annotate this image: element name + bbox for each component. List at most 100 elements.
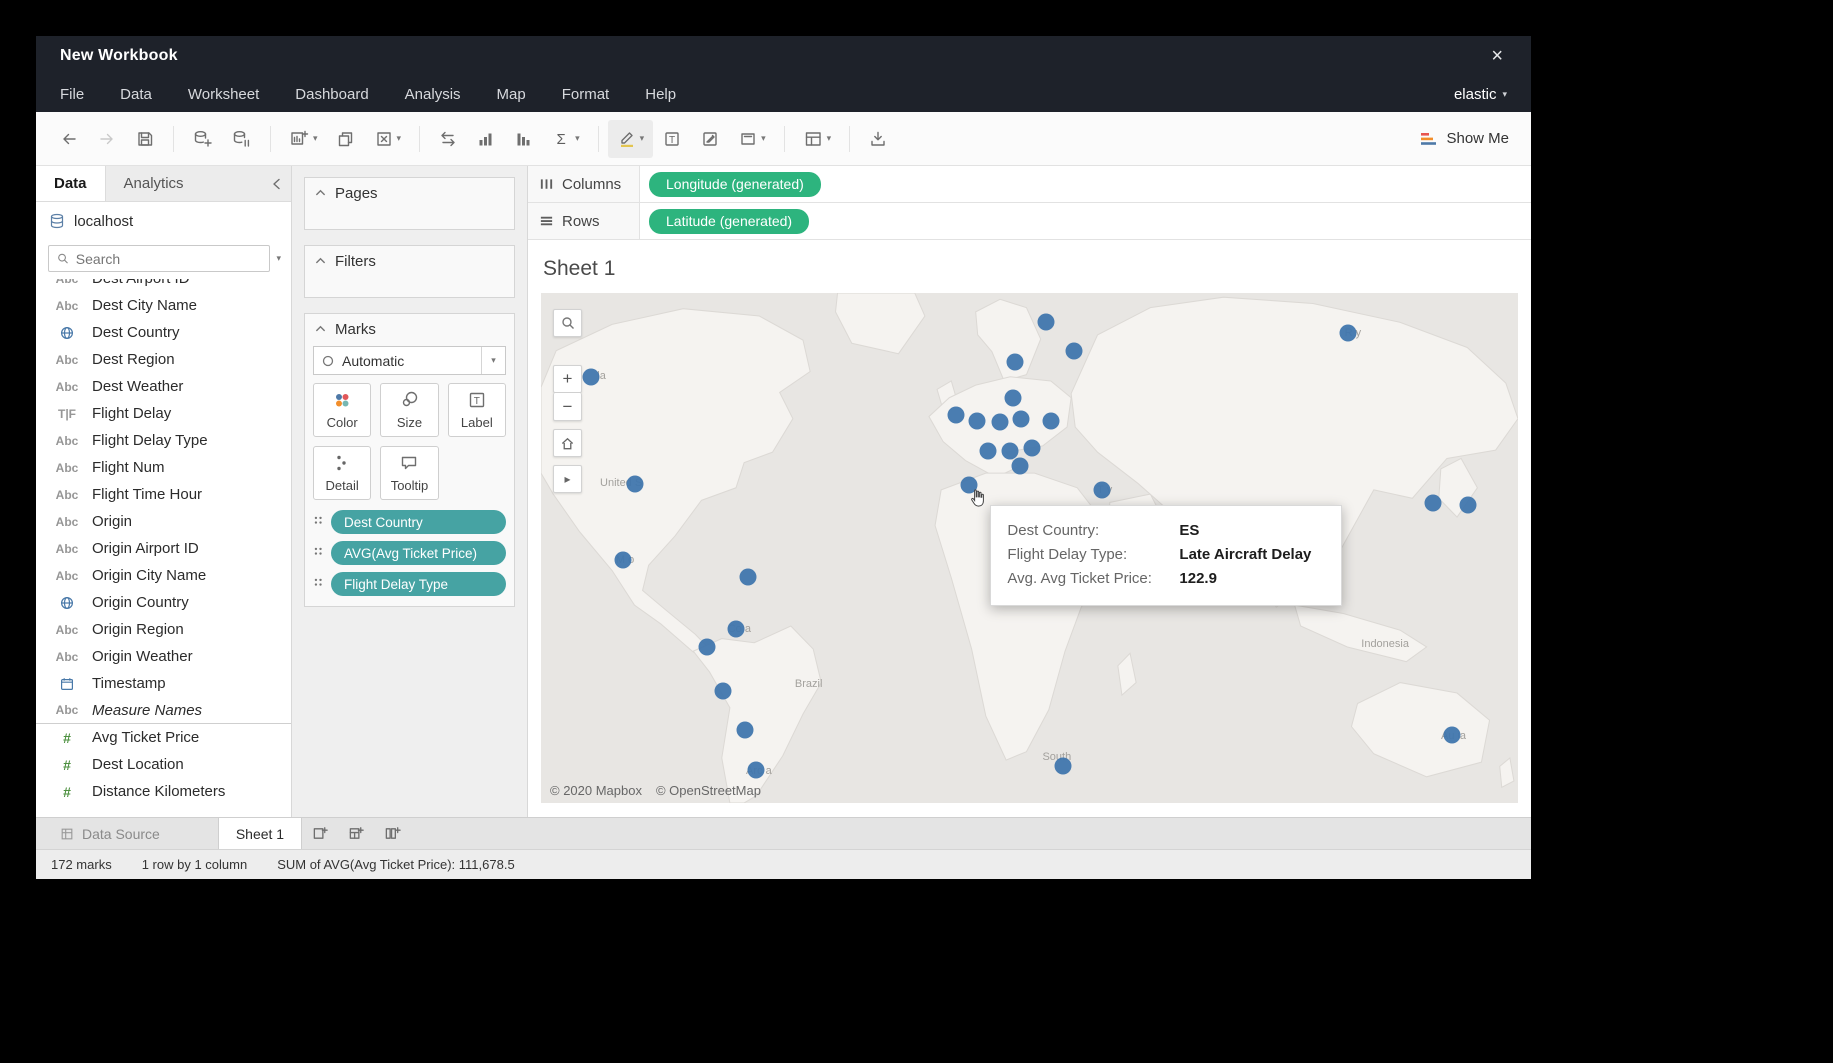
menu-data[interactable]: Data [120,86,152,103]
map-mark[interactable] [1011,457,1028,474]
map-search-button[interactable] [553,309,582,337]
zoom-home-button[interactable] [553,429,582,457]
columns-pill-longitude[interactable]: Longitude (generated) [649,172,821,197]
sort-ascending-button[interactable] [467,120,505,158]
account-menu[interactable]: elastic▾ [1454,86,1507,103]
menu-help[interactable]: Help [645,86,676,103]
color-button[interactable]: Color [313,383,371,437]
map-mark[interactable] [992,414,1009,431]
field-item[interactable]: AbcFlight Num [36,454,291,481]
view-options-dropdown[interactable]: ▾ [276,253,281,264]
map-mark[interactable] [1054,758,1071,775]
format-button[interactable] [691,120,729,158]
tab-sheet-1[interactable]: Sheet 1 [218,818,302,849]
columns-drop-area[interactable]: Longitude (generated) [640,166,1531,202]
field-item[interactable]: AbcFlight Delay Type [36,427,291,454]
field-search[interactable] [48,245,270,272]
map-view[interactable]: laUnited SM oCo aBrazilArc aT yR yIndone… [541,293,1518,803]
menu-analysis[interactable]: Analysis [405,86,461,103]
field-item[interactable]: #Avg Ticket Price [36,724,291,751]
osm-attribution[interactable]: © OpenStreetMap [656,783,761,798]
menu-format[interactable]: Format [562,86,610,103]
map-mark[interactable] [740,568,757,585]
zoom-in-button[interactable]: + [553,365,582,393]
field-item[interactable]: AbcDest City Name [36,292,291,319]
size-button[interactable]: Size [380,383,438,437]
show-me-button[interactable]: Show Me [1419,130,1517,147]
map-mark[interactable] [1004,389,1021,406]
new-dashboard-tab-button[interactable] [338,818,374,849]
show-hide-cards-button[interactable]: ▾ [794,120,841,158]
map-mark[interactable] [747,762,764,779]
undo-button[interactable] [50,120,88,158]
field-item[interactable]: AbcDest Airport ID [36,279,291,292]
zoom-out-button[interactable]: − [553,393,582,421]
field-item[interactable]: AbcOrigin Region [36,616,291,643]
close-button[interactable]: × [1487,45,1507,68]
filters-card[interactable]: Filters [304,245,515,298]
field-item[interactable]: T|FFlight Delay [36,400,291,427]
fit-dropdown[interactable]: ▾ [729,120,775,158]
map-mark[interactable] [1340,324,1357,341]
map-mark[interactable] [728,621,745,638]
menu-worksheet[interactable]: Worksheet [188,86,259,103]
data-source-connection[interactable]: localhost [36,202,291,240]
map-mark[interactable] [699,638,716,655]
menu-dashboard[interactable]: Dashboard [295,86,368,103]
swap-axes-button[interactable] [429,120,467,158]
pause-auto-updates-button[interactable] [222,120,261,158]
map-mark[interactable] [1425,494,1442,511]
field-item[interactable]: AbcFlight Time Hour [36,481,291,508]
tab-data-source[interactable]: Data Source [46,818,174,849]
new-worksheet-button[interactable]: ▾ [280,120,327,158]
field-item[interactable]: AbcOrigin Weather [36,643,291,670]
marks-pill[interactable]: Flight Delay Type [331,572,506,596]
new-story-tab-button[interactable] [374,818,410,849]
new-data-source-button[interactable] [183,120,222,158]
mapbox-attribution[interactable]: © 2020 Mapbox [550,783,642,798]
redo-button[interactable] [88,120,126,158]
menu-file[interactable]: File [60,86,84,103]
field-item[interactable]: Dest Country [36,319,291,346]
new-worksheet-tab-button[interactable] [302,818,338,849]
pages-card[interactable]: Pages [304,177,515,230]
field-item[interactable]: Timestamp [36,670,291,697]
map-tools-flyout-button[interactable]: ▸ [553,465,582,493]
map-mark[interactable] [1038,314,1055,331]
field-item[interactable]: AbcOrigin [36,508,291,535]
map-mark[interactable] [615,552,632,569]
show-mark-labels-button[interactable]: T [653,120,691,158]
sort-descending-button[interactable] [505,120,543,158]
clear-sheet-button[interactable]: ▾ [365,120,411,158]
map-mark[interactable] [1460,496,1477,513]
map-mark[interactable] [1042,413,1059,430]
field-item[interactable]: AbcMeasure Names [36,697,291,724]
menu-map[interactable]: Map [497,86,526,103]
field-item[interactable]: AbcOrigin Airport ID [36,535,291,562]
field-item[interactable]: #Dest Location [36,751,291,778]
map-mark[interactable] [980,443,997,460]
field-item[interactable]: #Distance Kilometers [36,778,291,805]
detail-button[interactable]: Detail [313,446,371,500]
label-button[interactable]: T Label [448,383,506,437]
field-item[interactable]: AbcDest Region [36,346,291,373]
duplicate-button[interactable] [327,120,365,158]
tab-analytics[interactable]: Analytics [106,166,202,201]
save-button[interactable] [126,120,164,158]
totals-button[interactable]: Σ▾ [543,120,589,158]
map-mark[interactable] [1012,411,1029,428]
presentation-mode-button[interactable] [859,120,897,158]
field-item[interactable]: AbcOrigin City Name [36,562,291,589]
collapse-pane-button[interactable] [262,166,291,201]
map-mark[interactable] [1443,727,1460,744]
map-mark[interactable] [714,682,731,699]
field-item[interactable]: AbcDest Weather [36,373,291,400]
highlight-button[interactable]: ▾ [608,120,654,158]
rows-pill-latitude[interactable]: Latitude (generated) [649,209,809,234]
rows-drop-area[interactable]: Latitude (generated) [640,203,1531,239]
marks-pill[interactable]: AVG(Avg Ticket Price) [331,541,506,565]
tab-data[interactable]: Data [36,166,106,201]
map-mark[interactable] [1093,481,1110,498]
map-mark[interactable] [1066,342,1083,359]
map-mark[interactable] [948,407,965,424]
